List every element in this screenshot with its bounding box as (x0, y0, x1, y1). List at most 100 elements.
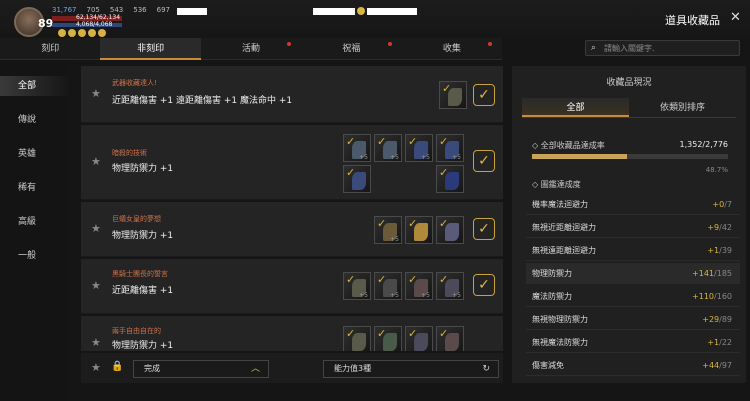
favorite-star-icon[interactable]: ★ (91, 155, 101, 168)
tab-engraved[interactable]: 刻印 (0, 38, 101, 60)
stat-c: 536 (133, 6, 147, 14)
item-slot[interactable]: ✓ +5 (343, 272, 371, 300)
wing-icon (414, 223, 428, 241)
complete-check-icon[interactable]: ✓ (473, 274, 495, 296)
item-slot[interactable]: ✓ (405, 326, 433, 351)
item-slot[interactable]: ✓ +5 (436, 134, 464, 162)
sidebar-item-hero[interactable]: 英雄 (0, 144, 70, 164)
entry-effect: 物理防禦力 +1 (112, 231, 174, 241)
item-slot[interactable]: ✓ (436, 165, 464, 193)
search-input[interactable]: ⌕ 請輸入關鍵字. (585, 40, 740, 56)
sidebar-item-normal[interactable]: 一般 (0, 246, 70, 266)
stat-row[interactable]: 無視遠距離迴避力 +1/39 (526, 240, 740, 261)
stat-label: 無視近距離迴避力 (532, 223, 596, 232)
item-slot[interactable]: ✓ +5 (405, 272, 433, 300)
tab-all[interactable]: 全部 (522, 98, 629, 117)
lock-icon[interactable]: 🔒 (111, 361, 123, 372)
ability-filter-label: 能力值3種 (334, 364, 372, 373)
mp-bar: 4,068/4,068 (52, 21, 122, 28)
favorite-star-icon[interactable]: ★ (91, 336, 101, 349)
stat-label: 傷害減免 (532, 361, 564, 370)
status-filter-label: 完成 (144, 364, 160, 373)
stat-row[interactable]: 魔法防禦力 +110/160 (526, 286, 740, 307)
tab-event[interactable]: 活動 (200, 38, 302, 60)
complete-check-icon[interactable]: ✓ (473, 84, 495, 106)
item-slot[interactable]: ✓ (439, 81, 467, 109)
item-slot[interactable]: ✓ (436, 216, 464, 244)
redacted-block (367, 8, 417, 15)
refresh-icon[interactable]: ↻ (482, 361, 490, 377)
collection-entry[interactable]: ★ 兩手自由自在的 物理防禦力 +1 ✓ ✓ ✓ ✓ (81, 316, 503, 351)
favorite-star-icon[interactable]: ★ (91, 87, 101, 100)
item-slot[interactable]: ✓ (343, 326, 371, 351)
panel-title: 收藏品現況 (606, 78, 652, 88)
item-slot[interactable]: ✓ +5 (343, 134, 371, 162)
sidebar-item-rare[interactable]: 稀有 (0, 178, 70, 198)
entry-effect: 物理防禦力 +1 (112, 164, 174, 174)
collection-entry[interactable]: ★ 武器收藏達人! 近距離傷害 +1 遠距離傷害 +1 魔法命中 +1 ✓ ✓ (81, 66, 503, 123)
item-slot[interactable]: ✓ +5 (374, 216, 402, 244)
item-slot[interactable]: ✓ +5 (374, 134, 402, 162)
sidebar-item-all[interactable]: 全部 (0, 76, 70, 96)
slot-level: +5 (359, 154, 368, 161)
tab-collect[interactable]: 收集 (401, 38, 503, 60)
entry-effect: 物理防禦力 +1 (112, 341, 174, 351)
slot-level: +5 (452, 292, 461, 299)
wing-icon (445, 223, 459, 241)
tab-label: 活動 (242, 44, 261, 54)
top-bar: 89 31,767 705 543 536 697 62,134/62,134 … (0, 0, 750, 38)
sidebar-item-advanced[interactable]: 高級 (0, 212, 70, 232)
close-icon[interactable]: ✕ (730, 10, 741, 25)
buff-icon[interactable] (68, 29, 76, 37)
item-slot[interactable]: ✓ (405, 216, 433, 244)
item-slot[interactable]: ✓ +5 (405, 134, 433, 162)
stat-row[interactable]: 機率魔法迴避力 +0/7 (526, 194, 740, 215)
tab-by-category[interactable]: 依類別排序 (629, 98, 736, 117)
complete-check-icon[interactable]: ✓ (473, 218, 495, 240)
item-slot[interactable]: ✓ +5 (436, 272, 464, 300)
item-slot[interactable]: ✓ (374, 326, 402, 351)
item-slot[interactable]: ✓ (436, 326, 464, 351)
ability-filter-dropdown[interactable]: 能力值3種 ↻ (323, 360, 499, 378)
stat-row[interactable]: 無視近距離迴避力 +9/42 (526, 217, 740, 238)
entry-name: 武器收藏達人! (112, 79, 157, 87)
stat-label: 無視遠距離迴避力 (532, 246, 596, 255)
search-placeholder: 請輸入關鍵字. (604, 44, 655, 53)
tab-label: 祝福 (342, 44, 361, 54)
sidebar-item-legend[interactable]: 傳說 (0, 110, 70, 130)
tab-blessing[interactable]: 祝福 (301, 38, 402, 60)
weapon-icon (448, 88, 462, 106)
tab-label: 刻印 (41, 44, 60, 54)
tab-label: 收集 (442, 44, 461, 54)
collection-entry[interactable]: ★ 黑騎士團長的誓言 近距離傷害 +1 ✓ +5 ✓ +5 ✓ +5 ✓ +5 ✓ (81, 259, 503, 314)
stat-value: +1/22 (707, 338, 732, 347)
window-title: 道具收藏品 (665, 14, 720, 27)
buff-icon[interactable] (88, 29, 96, 37)
status-filter-dropdown[interactable]: 完成 ︿ (133, 360, 269, 378)
stat-row[interactable]: 傷害減免 +44/97 (526, 355, 740, 376)
notification-dot (387, 42, 392, 46)
stat-d: 697 (156, 6, 170, 14)
collection-list[interactable]: ★ 武器收藏達人! 近距離傷害 +1 遠距離傷害 +1 魔法命中 +1 ✓ ✓ … (81, 66, 503, 351)
sun-icon (357, 7, 365, 15)
buff-icon[interactable] (98, 29, 106, 37)
item-slot[interactable]: ✓ +5 (374, 272, 402, 300)
favorite-star-icon[interactable]: ★ (91, 279, 101, 292)
stat-row[interactable]: 物理防禦力 +141/185 (526, 263, 740, 284)
stat-a: 705 (86, 6, 100, 14)
item-slot[interactable]: ✓ (343, 165, 371, 193)
tab-non-engraved[interactable]: 非刻印 (100, 38, 201, 60)
complete-check-icon[interactable]: ✓ (473, 150, 495, 172)
favorite-filter-star-icon[interactable]: ★ (91, 361, 101, 374)
slot-level: +5 (390, 236, 399, 243)
collection-entry[interactable]: ★ 巨蟻女皇的夢想 物理防禦力 +1 ✓ +5 ✓ ✓ ✓ (81, 202, 503, 257)
stat-row[interactable]: 無視魔法防禦力 +1/22 (526, 332, 740, 353)
stat-row[interactable]: 無視物理防禦力 +29/89 (526, 309, 740, 330)
favorite-star-icon[interactable]: ★ (91, 222, 101, 235)
stat-value: +0/7 (712, 200, 732, 209)
stat-label: 機率魔法迴避力 (532, 200, 588, 209)
redacted-block (313, 8, 355, 15)
buff-icon[interactable] (78, 29, 86, 37)
collection-entry[interactable]: ★ 暗殺的技術 物理防禦力 +1 ✓ +5 ✓ +5 ✓ +5 ✓ +5 ✓ ✓ ✓ (81, 125, 503, 200)
buff-icon[interactable] (58, 29, 66, 37)
